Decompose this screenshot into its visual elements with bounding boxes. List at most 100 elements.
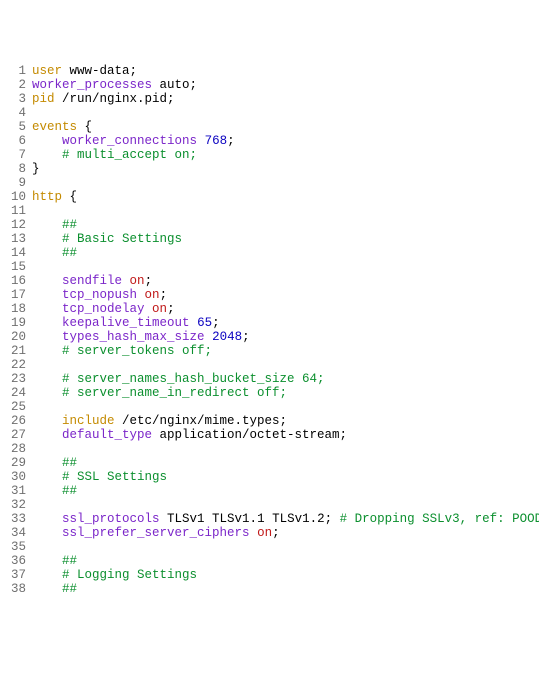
line-number: 4 <box>4 106 26 120</box>
code-line: 21 # server_tokens off; <box>4 344 535 358</box>
code-line: 3pid /run/nginx.pid; <box>4 92 535 106</box>
code-token <box>32 386 62 400</box>
code-line: 10http { <box>4 190 535 204</box>
line-number: 37 <box>4 568 26 582</box>
code-token: http <box>32 190 62 204</box>
code-line: 34 ssl_prefer_server_ciphers on; <box>4 526 535 540</box>
line-number: 17 <box>4 288 26 302</box>
code-token: # server_name_in_redirect off; <box>62 386 287 400</box>
code-token <box>32 288 62 302</box>
code-token: on <box>145 288 160 302</box>
code-token: # Dropping SSLv3, ref: POODLE <box>340 512 539 526</box>
code-token: sendfile <box>62 274 122 288</box>
line-number: 31 <box>4 484 26 498</box>
code-token <box>32 148 62 162</box>
code-token: include <box>62 414 115 428</box>
code-token <box>145 302 153 316</box>
line-number: 30 <box>4 470 26 484</box>
line-number: 27 <box>4 428 26 442</box>
code-line: 2 worker_processes auto; <box>4 78 535 92</box>
code-line: 26 include /etc/nginx/mime.types; <box>4 414 535 428</box>
code-token <box>32 330 62 344</box>
code-token: TLSv1 TLSv1.1 TLSv1.2; <box>160 512 340 526</box>
code-token <box>32 526 62 540</box>
code-token <box>32 554 62 568</box>
code-line: 18 tcp_nodelay on; <box>4 302 535 316</box>
code-line: 1user www-data; <box>4 64 535 78</box>
code-line: 19 keepalive_timeout 65; <box>4 316 535 330</box>
code-token: www-data; <box>62 64 137 78</box>
code-line: 5 events { <box>4 120 535 134</box>
code-token: # multi_accept on; <box>62 148 197 162</box>
code-token: worker_processes <box>32 78 152 92</box>
code-token: ## <box>62 218 77 232</box>
code-token: /etc/nginx/mime.types; <box>115 414 288 428</box>
code-token: ; <box>227 134 235 148</box>
code-token: /run/nginx.pid; <box>55 92 175 106</box>
code-line: 22 <box>4 358 535 372</box>
line-number: 29 <box>4 456 26 470</box>
code-line: 17 tcp_nopush on; <box>4 288 535 302</box>
code-token: default_type <box>62 428 152 442</box>
line-number: 15 <box>4 260 26 274</box>
code-token <box>32 302 62 316</box>
code-line: 13 # Basic Settings <box>4 232 535 246</box>
code-token: # SSL Settings <box>62 470 167 484</box>
code-line: 35 <box>4 540 535 554</box>
line-number: 20 <box>4 330 26 344</box>
code-token: # server_tokens off; <box>62 344 212 358</box>
line-number: 2 <box>4 78 26 92</box>
code-line: 11 <box>4 204 535 218</box>
code-token: 65 <box>197 316 212 330</box>
code-token: tcp_nopush <box>62 288 137 302</box>
line-number: 8 <box>4 162 26 176</box>
line-number: 36 <box>4 554 26 568</box>
code-token <box>32 484 62 498</box>
line-number: 14 <box>4 246 26 260</box>
line-number: 23 <box>4 372 26 386</box>
code-token: ssl_protocols <box>62 512 160 526</box>
code-token <box>32 582 62 596</box>
line-number: 38 <box>4 582 26 596</box>
code-token: { <box>77 120 92 134</box>
code-token: on <box>257 526 272 540</box>
code-token: tcp_nodelay <box>62 302 145 316</box>
code-token: 768 <box>205 134 228 148</box>
code-token <box>32 372 62 386</box>
code-token <box>137 288 145 302</box>
code-token: keepalive_timeout <box>62 316 190 330</box>
code-token <box>32 316 62 330</box>
code-token <box>32 232 62 246</box>
code-line: 20 types_hash_max_size 2048; <box>4 330 535 344</box>
code-token <box>32 344 62 358</box>
code-token: events <box>32 120 77 134</box>
line-number: 35 <box>4 540 26 554</box>
code-line: 29 ## <box>4 456 535 470</box>
code-token <box>250 526 258 540</box>
code-line: 23 # server_names_hash_bucket_size 64; <box>4 372 535 386</box>
code-line: 7 # multi_accept on; <box>4 148 535 162</box>
code-line: 14 ## <box>4 246 535 260</box>
code-token: on <box>152 302 167 316</box>
code-line: 28 <box>4 442 535 456</box>
line-number: 33 <box>4 512 26 526</box>
code-line: 8} <box>4 162 535 176</box>
code-line: 32 <box>4 498 535 512</box>
code-line: 37 # Logging Settings <box>4 568 535 582</box>
line-number: 3 <box>4 92 26 106</box>
code-line: 9 <box>4 176 535 190</box>
code-line: 30 # SSL Settings <box>4 470 535 484</box>
code-token <box>190 316 198 330</box>
code-token: auto; <box>152 78 197 92</box>
code-token <box>32 568 62 582</box>
line-number: 5 <box>4 120 26 134</box>
line-number: 7 <box>4 148 26 162</box>
code-line: 31 ## <box>4 484 535 498</box>
code-token <box>32 512 62 526</box>
code-line: 38 ## <box>4 582 535 596</box>
code-token: ## <box>62 456 77 470</box>
line-number: 26 <box>4 414 26 428</box>
code-token <box>32 470 62 484</box>
line-number: 1 <box>4 64 26 78</box>
code-line: 36 ## <box>4 554 535 568</box>
